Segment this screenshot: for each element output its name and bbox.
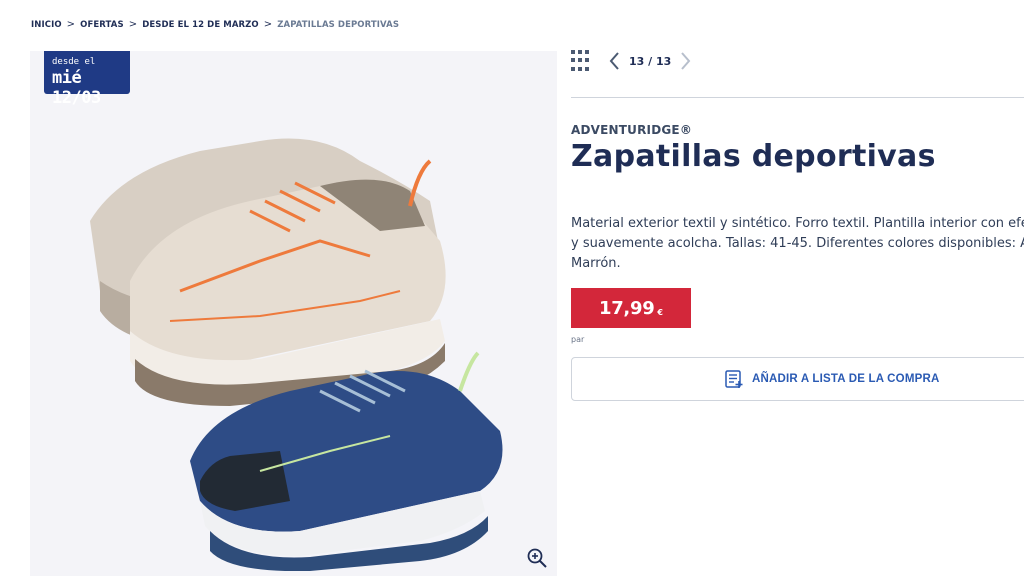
list-add-icon	[725, 370, 743, 388]
zoom-in-icon[interactable]	[526, 547, 548, 569]
divider	[571, 97, 1024, 98]
product-brand: ADVENTURIDGE®	[571, 123, 693, 137]
description-line: y suavemente acolcha. Tallas: 41-45. Dif…	[571, 236, 1024, 251]
add-to-list-label: AÑADIR A LISTA DE LA COMPRA	[752, 373, 940, 385]
product-title: Zapatillas deportivas	[571, 139, 936, 174]
breadcrumb-ofertas[interactable]: OFERTAS	[80, 20, 124, 30]
add-to-shopping-list-button[interactable]: AÑADIR A LISTA DE LA COMPRA	[571, 357, 1024, 401]
pager-counter: 13 / 13	[629, 54, 672, 68]
description-line: Marrón.	[571, 256, 621, 271]
grid-icon[interactable]	[571, 50, 593, 72]
breadcrumb-current: ZAPATILLAS DEPORTIVAS	[277, 19, 400, 30]
breadcrumb-separator: >	[66, 19, 76, 30]
product-pager: 13 / 13	[571, 50, 693, 72]
description-line: Material exterior textil y sintético. Fo…	[571, 216, 1024, 231]
price-amount: 17,99	[598, 297, 655, 319]
price-box: 17,99 €	[571, 288, 691, 328]
chevron-left-icon[interactable]	[607, 50, 621, 72]
product-description: Material exterior textil y sintético. Fo…	[571, 214, 1024, 274]
availability-date-badge: desde el mié 12/03	[44, 51, 130, 108]
product-image	[90, 138, 503, 571]
badge-prefix: desde el	[52, 57, 96, 67]
price-currency: €	[657, 307, 663, 317]
breadcrumb-separator: >	[263, 19, 273, 30]
chevron-right-icon[interactable]	[679, 50, 693, 72]
breadcrumb-desde-el-12-de-marzo[interactable]: DESDE EL 12 DE MARZO	[142, 20, 259, 30]
breadcrumb-inicio[interactable]: INICIO	[31, 20, 62, 30]
product-image-gallery[interactable]: desde el mié 12/03	[30, 51, 557, 576]
breadcrumb-separator: >	[128, 19, 138, 30]
price-unit: par	[571, 335, 585, 344]
breadcrumb: INICIO > OFERTAS > DESDE EL 12 DE MARZO …	[31, 19, 399, 30]
